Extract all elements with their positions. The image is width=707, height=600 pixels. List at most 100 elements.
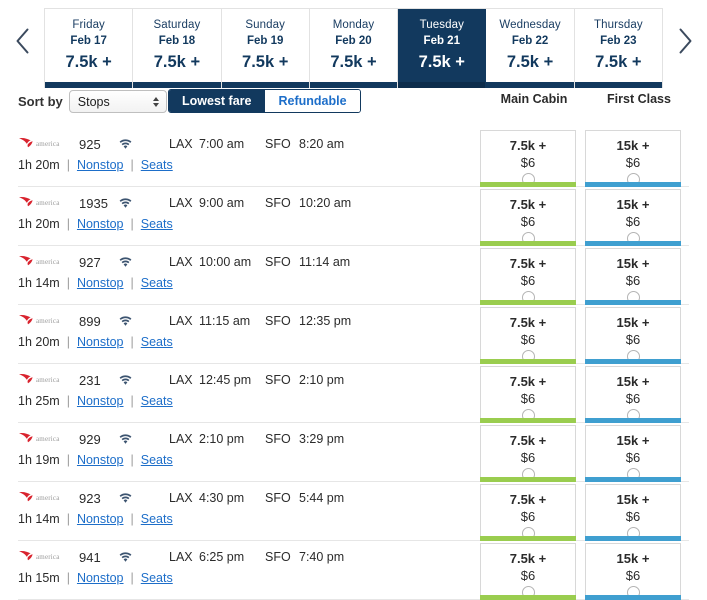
nonstop-link[interactable]: Nonstop [77,276,124,290]
flight-secondary-line: 1h 14m | Nonstop | Seats [18,512,480,526]
nonstop-link[interactable]: Nonstop [77,158,124,172]
day-tab-feb-17[interactable]: Friday Feb 17 7.5k + [45,9,134,88]
fare-miles: 7.5k + [509,138,547,153]
divider: | [130,512,134,526]
fare-radio-button[interactable] [521,586,535,600]
fare-card-main-cabin[interactable]: 7.5k + $6 [480,307,576,364]
airline-name: america [36,317,60,325]
fare-radio-button[interactable] [521,409,535,423]
flight-secondary-line: 1h 25m | Nonstop | Seats [18,394,480,408]
divider: | [130,276,134,290]
fare-card-first-class[interactable]: 15k + $6 [585,484,681,541]
flight-primary-line: america 923 LAX 4:30 pm SFO 5:44 pm [18,489,480,507]
nonstop-link[interactable]: Nonstop [77,512,124,526]
destination-airport: SFO [265,373,291,387]
fare-cash: $6 [625,508,641,524]
flight-details: america 1935 LAX 9:00 am SFO 10:20 am 1h 20m | N… [18,187,480,232]
origin-airport: LAX [169,491,193,505]
flight-row: america 941 LAX 6:25 pm SFO 7:40 pm 1h 15m | Non… [18,541,689,600]
arrival-time: 7:40 pm [299,550,345,564]
fare-card-main-cabin[interactable]: 7.5k + $6 [480,189,576,246]
fare-card-first-class[interactable]: 15k + $6 [585,248,681,305]
arrival-time: 3:29 pm [299,432,345,446]
fare-card-first-class[interactable]: 15k + $6 [585,307,681,364]
nonstop-link[interactable]: Nonstop [77,571,124,585]
flight-segment: LAX 9:00 am SFO 10:20 am [169,196,365,210]
fare-radio-button[interactable] [521,173,535,187]
seats-link[interactable]: Seats [141,276,173,290]
divider: | [66,335,70,349]
seats-link[interactable]: Seats [141,571,173,585]
chevron-left-icon [15,28,30,54]
refundable-tab[interactable]: Refundable [264,90,360,112]
day-tab-feb-18[interactable]: Saturday Feb 18 7.5k + [133,9,222,88]
fare-miles: 7.5k + [509,551,547,566]
fare-radio-button[interactable] [626,586,640,600]
lowest-fare-tab[interactable]: Lowest fare [169,90,265,112]
origin-airport: LAX [169,432,193,446]
fare-card-main-cabin[interactable]: 7.5k + $6 [480,130,576,187]
flight-row: america 925 LAX 7:00 am SFO 8:20 am 1h 20m | Non… [18,128,689,187]
wifi-icon [119,138,141,150]
fare-radio-button[interactable] [521,350,535,364]
nonstop-link[interactable]: Nonstop [77,217,124,231]
stepper-arrows-icon [152,96,159,107]
fare-radio-button[interactable] [626,350,640,364]
fare-radio-button[interactable] [626,291,640,305]
fare-radio-button[interactable] [626,173,640,187]
flight-details: america 231 LAX 12:45 pm SFO 2:10 pm 1h 25m | No… [18,364,480,409]
day-tab-feb-22[interactable]: Wednesday Feb 22 7.5k + [486,9,575,88]
sort-by-label: Sort by [18,94,63,109]
seats-link[interactable]: Seats [141,453,173,467]
nonstop-link[interactable]: Nonstop [77,335,124,349]
fare-radio-button[interactable] [521,291,535,305]
fare-radio-button[interactable] [521,527,535,541]
seats-link[interactable]: Seats [141,512,173,526]
next-dates-button[interactable] [663,8,707,88]
fare-options: 7.5k + $6 15k + $6 [480,364,681,423]
day-tab-price: 7.5k + [595,52,642,71]
fare-card-main-cabin[interactable]: 7.5k + $6 [480,543,576,600]
fare-card-first-class[interactable]: 15k + $6 [585,543,681,600]
origin-airport: LAX [169,550,193,564]
seats-link[interactable]: Seats [141,335,173,349]
arrival-time: 11:14 am [299,255,351,269]
seats-link[interactable]: Seats [141,217,173,231]
fare-card-first-class[interactable]: 15k + $6 [585,130,681,187]
fare-radio-button[interactable] [626,409,640,423]
day-tab-feb-23[interactable]: Thursday Feb 23 7.5k + [574,9,663,88]
divider: | [130,571,134,585]
fare-card-main-cabin[interactable]: 7.5k + $6 [480,425,576,482]
wifi-icon [119,197,141,209]
nonstop-link[interactable]: Nonstop [77,453,124,467]
flight-details: america 927 LAX 10:00 am SFO 11:14 am 1h 14m | N… [18,246,480,291]
fare-radio-button[interactable] [521,468,535,482]
divider: | [66,394,70,408]
flight-duration: 1h 20m [18,335,60,349]
destination-airport: SFO [265,432,291,446]
seats-link[interactable]: Seats [141,394,173,408]
origin-airport: LAX [169,373,193,387]
fare-radio-button[interactable] [521,232,535,246]
fare-card-first-class[interactable]: 15k + $6 [585,366,681,423]
fare-card-main-cabin[interactable]: 7.5k + $6 [480,484,576,541]
fare-radio-button[interactable] [626,468,640,482]
day-tab-weekday: Friday [72,19,105,32]
day-tab-feb-19[interactable]: Sunday Feb 19 7.5k + [221,9,310,88]
fare-card-first-class[interactable]: 15k + $6 [585,425,681,482]
fare-card-main-cabin[interactable]: 7.5k + $6 [480,366,576,423]
previous-dates-button[interactable] [0,8,44,88]
divider: | [130,394,134,408]
day-tab-feb-21[interactable]: Tuesday Feb 21 7.5k + [398,9,487,88]
fare-radio-button[interactable] [626,232,640,246]
day-tab-date: Feb 22 [511,34,549,47]
fare-card-first-class[interactable]: 15k + $6 [585,189,681,246]
fare-radio-button[interactable] [626,527,640,541]
virgin-swoosh-icon [19,314,33,325]
sort-by-select[interactable]: Stops [68,90,167,113]
nonstop-link[interactable]: Nonstop [77,394,124,408]
fare-card-main-cabin[interactable]: 7.5k + $6 [480,248,576,305]
day-tab-feb-20[interactable]: Monday Feb 20 7.5k + [309,9,399,88]
seats-link[interactable]: Seats [141,158,173,172]
arrival-time: 8:20 am [299,137,345,151]
